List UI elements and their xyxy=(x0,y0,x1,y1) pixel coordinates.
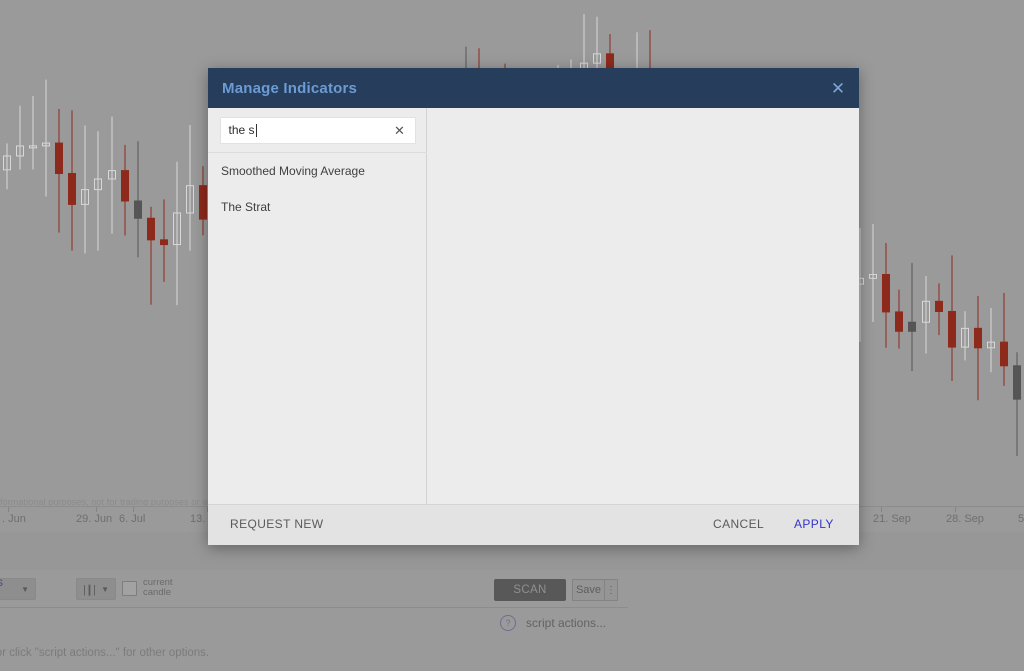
list-item[interactable]: The Strat xyxy=(208,189,426,225)
search-input-value: the s xyxy=(221,123,255,137)
axis-tick xyxy=(96,507,97,512)
clear-icon[interactable]: ✕ xyxy=(392,123,408,139)
scan-button[interactable]: SCAN xyxy=(494,579,566,601)
dialog-footer: REQUEST NEW CANCEL APPLY xyxy=(208,504,859,545)
search-input[interactable]: the s ✕ xyxy=(220,117,416,144)
script-actions-row[interactable]: ? script actions... xyxy=(500,615,606,631)
manage-indicators-dialog: Manage Indicators ✕ the s ✕ Smoothed Mov… xyxy=(208,68,859,545)
index-selector-label: Jones 30 xyxy=(0,575,15,603)
request-new-button[interactable]: REQUEST NEW xyxy=(230,517,324,531)
dialog-body: the s ✕ Smoothed Moving AverageThe Strat xyxy=(208,108,859,504)
axis-tick-label: 29. Jun xyxy=(76,513,112,525)
text-cursor xyxy=(256,124,257,137)
indicator-list-panel: the s ✕ Smoothed Moving AverageThe Strat xyxy=(208,108,427,504)
page-title: Manage Indicators xyxy=(208,80,357,97)
chart-disclaimer: formational purposes, not for trading pu… xyxy=(0,497,231,506)
axis-tick xyxy=(8,507,9,512)
axis-tick xyxy=(955,507,956,512)
axis-tick-label: 6. Jul xyxy=(119,513,145,525)
axis-tick-label: 5 xyxy=(1018,513,1024,525)
axis-tick xyxy=(881,507,882,512)
dialog-title-bar: Manage Indicators ✕ xyxy=(208,68,859,108)
current-candle-label: current candle xyxy=(143,578,173,598)
index-selector-dropdown[interactable]: Jones 30 ▼ xyxy=(0,578,36,600)
apply-button[interactable]: APPLY xyxy=(794,517,834,531)
candlestick-icon: |❙| xyxy=(83,583,95,596)
search-row: the s ✕ xyxy=(208,108,427,153)
save-button[interactable]: Save xyxy=(572,579,605,601)
search-results-list[interactable]: Smoothed Moving AverageThe Strat xyxy=(208,153,426,225)
current-candle-checkbox[interactable]: current candle xyxy=(122,578,173,598)
axis-tick-label: 21. Sep xyxy=(873,513,911,525)
script-actions-label: script actions... xyxy=(526,616,606,630)
chevron-down-icon: ▼ xyxy=(21,585,29,594)
axis-tick-label: . Jun xyxy=(2,513,26,525)
help-circle-icon[interactable]: ? xyxy=(500,615,516,631)
list-item[interactable]: Smoothed Moving Average xyxy=(208,153,426,189)
kebab-menu-icon[interactable]: ⋮ xyxy=(605,579,618,601)
indicator-detail-panel xyxy=(428,108,859,504)
app-root: formational purposes, not for trading pu… xyxy=(0,0,1024,671)
chevron-down-icon: ▼ xyxy=(101,585,109,594)
checkbox-box[interactable] xyxy=(122,581,137,596)
scanner-hint-text: below, or click "script actions..." for … xyxy=(0,647,209,659)
close-icon[interactable]: ✕ xyxy=(827,77,849,99)
axis-tick-label: 28. Sep xyxy=(946,513,984,525)
candle-type-dropdown[interactable]: |❙| ▼ xyxy=(76,578,116,600)
cancel-button[interactable]: CANCEL xyxy=(713,517,764,531)
axis-tick xyxy=(133,507,134,512)
